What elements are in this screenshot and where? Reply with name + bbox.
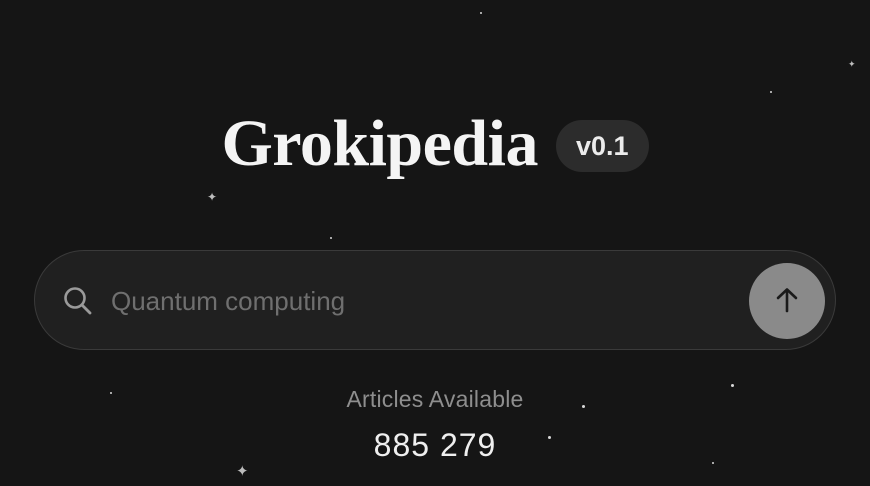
- sparkle-icon: ✦: [236, 462, 249, 480]
- search-icon: [61, 284, 95, 318]
- submit-search-button[interactable]: [749, 263, 825, 339]
- sparkle-icon: ✦: [207, 190, 218, 204]
- star-dot: [330, 237, 332, 239]
- search-bar[interactable]: [34, 250, 836, 350]
- articles-available-label: Articles Available: [346, 386, 524, 412]
- star-dot: [480, 12, 482, 14]
- arrow-up-icon: [772, 285, 802, 318]
- star-dot: [770, 91, 772, 93]
- sparkle-icon: ✦: [848, 60, 856, 70]
- articles-stats: Articles Available 885 279: [0, 386, 870, 464]
- page-title: Grokipedia: [221, 107, 538, 180]
- title-row: Grokipedia v0.1: [0, 104, 870, 184]
- search-input[interactable]: [111, 277, 731, 325]
- articles-count: 885 279: [373, 427, 497, 463]
- version-badge: v0.1: [555, 120, 649, 172]
